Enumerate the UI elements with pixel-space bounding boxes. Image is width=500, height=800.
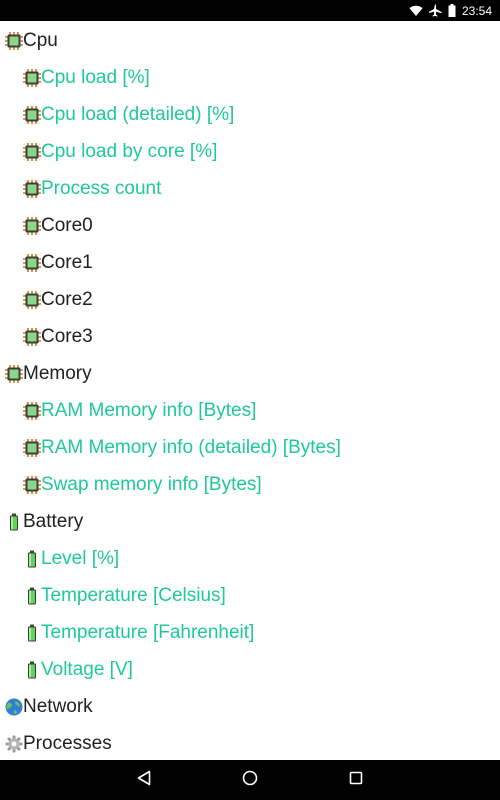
tree-item-label: Cpu load (detailed) [%] — [41, 103, 235, 125]
chip-icon — [23, 142, 41, 161]
chip-icon — [23, 290, 41, 309]
tree-group-processes[interactable]: Processes — [0, 725, 500, 760]
recents-icon — [349, 771, 363, 790]
tree-group-label: Memory — [23, 362, 92, 384]
tree-group-memory[interactable]: Memory — [0, 355, 500, 392]
battery-icon — [23, 587, 41, 605]
tree-item-core1[interactable]: Core1 — [0, 244, 500, 281]
tree-item-core0[interactable]: Core0 — [0, 207, 500, 244]
chip-icon — [23, 475, 41, 494]
chip-icon — [23, 438, 41, 457]
tree-group-network[interactable]: Network — [0, 688, 500, 725]
home-button[interactable] — [230, 760, 270, 800]
battery-icon — [448, 4, 456, 17]
chip-icon — [23, 401, 41, 420]
tree-item-process-count[interactable]: Process count — [0, 170, 500, 207]
tree-item-temperature-celsius[interactable]: Temperature [Celsius] — [0, 577, 500, 614]
tree-item-battery-level[interactable]: Level [%] — [0, 540, 500, 577]
tree-item-cpu-load-by-core[interactable]: Cpu load by core [%] — [0, 133, 500, 170]
chip-icon — [23, 68, 41, 87]
battery-icon — [23, 661, 41, 679]
tree-item-voltage[interactable]: Voltage [V] — [0, 651, 500, 688]
chip-icon — [23, 216, 41, 235]
status-clock: 23:54 — [461, 3, 492, 18]
tree-item-core2[interactable]: Core2 — [0, 281, 500, 318]
tree-item-swap-memory-info[interactable]: Swap memory info [Bytes] — [0, 466, 500, 503]
tree-group-label: Network — [23, 695, 93, 717]
back-icon — [137, 770, 151, 791]
wifi-icon — [409, 5, 423, 17]
tree-item-label: Core2 — [41, 288, 93, 310]
battery-icon — [23, 624, 41, 642]
tree-group-label: Processes — [23, 732, 112, 754]
tree-item-label: Core3 — [41, 325, 93, 347]
airplane-mode-icon — [428, 4, 442, 17]
tree-item-label: Temperature [Fahrenheit] — [41, 621, 255, 643]
tree-item-label: Core1 — [41, 251, 93, 273]
tree-item-label: Cpu load [%] — [41, 66, 150, 88]
tree-item-ram-memory-info-detailed[interactable]: RAM Memory info (detailed) [Bytes] — [0, 429, 500, 466]
tree-item-label: Cpu load by core [%] — [41, 140, 218, 162]
tree-group-cpu[interactable]: Cpu — [0, 22, 500, 59]
gear-icon — [5, 735, 23, 753]
tree-item-label: RAM Memory info (detailed) [Bytes] — [41, 436, 341, 458]
tree-item-label: Core0 — [41, 214, 93, 236]
tree-item-temperature-fahrenheit[interactable]: Temperature [Fahrenheit] — [0, 614, 500, 651]
home-icon — [242, 770, 258, 791]
battery-icon — [5, 513, 23, 531]
chip-icon — [5, 364, 23, 383]
navigation-bar — [0, 760, 500, 800]
chip-icon — [23, 105, 41, 124]
chip-icon — [23, 327, 41, 346]
back-button[interactable] — [124, 760, 164, 800]
tree-group-battery[interactable]: Battery — [0, 503, 500, 540]
chip-icon — [23, 179, 41, 198]
recents-button[interactable] — [336, 760, 376, 800]
tree-item-cpu-load[interactable]: Cpu load [%] — [0, 59, 500, 96]
sensor-tree: Cpu Cpu load [%] Cpu load (detailed) [%]… — [0, 21, 500, 760]
tree-item-label: RAM Memory info [Bytes] — [41, 399, 257, 421]
tree-item-cpu-load-detailed[interactable]: Cpu load (detailed) [%] — [0, 96, 500, 133]
chip-icon — [23, 253, 41, 272]
tree-item-label: Temperature [Celsius] — [41, 584, 226, 606]
status-bar: 23:54 — [0, 0, 500, 21]
globe-icon — [5, 698, 23, 716]
tree-group-label: Cpu — [23, 29, 58, 51]
chip-icon — [5, 31, 23, 50]
battery-icon — [23, 550, 41, 568]
tree-item-label: Level [%] — [41, 547, 120, 569]
tree-item-core3[interactable]: Core3 — [0, 318, 500, 355]
tree-group-label: Battery — [23, 510, 84, 532]
tree-item-label: Process count — [41, 177, 162, 199]
tree-item-ram-memory-info[interactable]: RAM Memory info [Bytes] — [0, 392, 500, 429]
tree-item-label: Swap memory info [Bytes] — [41, 473, 262, 495]
tree-item-label: Voltage [V] — [41, 658, 133, 680]
